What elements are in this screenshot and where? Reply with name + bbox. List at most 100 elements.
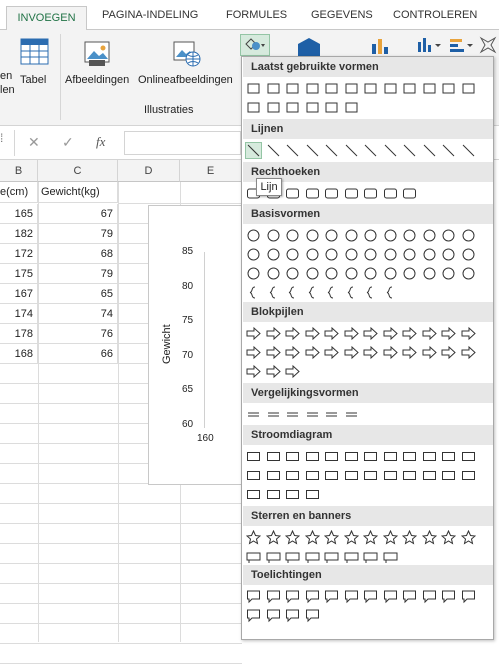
shape-option[interactable] (383, 81, 398, 96)
shape-option[interactable] (324, 345, 339, 360)
shape-option[interactable] (402, 326, 417, 341)
shape-option[interactable] (344, 266, 359, 281)
shape-option[interactable] (441, 143, 456, 158)
shape-option[interactable] (461, 589, 476, 604)
shape-option[interactable] (363, 345, 378, 360)
shape-option[interactable] (305, 100, 320, 115)
shape-option[interactable] (383, 228, 398, 243)
shape-option[interactable] (324, 81, 339, 96)
shape-option[interactable] (246, 228, 261, 243)
shape-option[interactable] (246, 326, 261, 341)
shape-option[interactable] (461, 81, 476, 96)
shape-option[interactable] (324, 143, 339, 158)
shape-option[interactable] (284, 529, 301, 545)
shape-option[interactable] (383, 468, 398, 483)
shape-option[interactable] (383, 285, 398, 300)
shape-option[interactable] (285, 266, 300, 281)
shape-option[interactable] (266, 364, 281, 379)
shape-option[interactable] (363, 247, 378, 262)
shape-option[interactable] (324, 449, 339, 464)
shape-option[interactable] (344, 100, 359, 115)
shape-option[interactable] (266, 608, 281, 623)
shape-option[interactable] (246, 589, 261, 604)
shape-option[interactable] (402, 228, 417, 243)
tab-invoegen[interactable]: INVOEGEN (6, 6, 87, 31)
shape-option[interactable] (304, 529, 320, 545)
cell-c[interactable]: 66 (38, 344, 118, 364)
column-header-c[interactable]: C (38, 160, 118, 182)
shape-option[interactable] (305, 228, 320, 243)
shape-option[interactable] (285, 468, 300, 483)
cell-c[interactable]: 65 (38, 284, 118, 304)
shape-option[interactable] (421, 529, 437, 545)
shape-option[interactable] (441, 468, 456, 483)
shape-option[interactable] (402, 81, 417, 96)
shape-option[interactable] (246, 407, 261, 422)
shape-option[interactable] (422, 228, 437, 243)
scatter-chart-button[interactable] (478, 34, 498, 56)
shape-option[interactable] (402, 186, 417, 201)
shape-option[interactable] (266, 468, 281, 483)
shape-option[interactable] (305, 81, 320, 96)
shape-option[interactable] (285, 143, 300, 158)
formula-input[interactable] (124, 131, 241, 155)
shape-option[interactable] (344, 326, 359, 341)
shape-option[interactable] (402, 449, 417, 464)
shape-option[interactable] (422, 449, 437, 464)
shape-option[interactable] (305, 326, 320, 341)
shape-option[interactable] (344, 285, 359, 300)
shape-option[interactable] (305, 186, 320, 201)
shape-option[interactable] (285, 407, 300, 422)
shape-option[interactable] (266, 345, 281, 360)
shape-option[interactable] (460, 529, 476, 545)
shape-option[interactable] (285, 364, 300, 379)
shape-option[interactable] (246, 345, 261, 360)
cell-b[interactable]: 174 (0, 304, 38, 324)
confirm-icon[interactable]: ✓ (62, 134, 74, 151)
shape-option[interactable] (285, 100, 300, 115)
shape-option[interactable] (363, 326, 378, 341)
shape-option[interactable] (246, 468, 261, 483)
shape-option[interactable] (324, 589, 339, 604)
shape-option[interactable] (402, 266, 417, 281)
shape-option[interactable] (382, 529, 398, 545)
cell-b[interactable]: 182 (0, 224, 38, 244)
shape-option[interactable] (266, 285, 281, 300)
shape-option[interactable] (344, 589, 359, 604)
shape-option[interactable] (285, 285, 300, 300)
cell-c-header[interactable]: Gewicht(kg) (38, 182, 118, 203)
shape-option[interactable] (285, 345, 300, 360)
shape-option[interactable] (266, 247, 281, 262)
shape-option[interactable] (402, 143, 417, 158)
shape-option[interactable] (266, 100, 281, 115)
shape-option[interactable] (246, 364, 261, 379)
shape-option[interactable] (383, 345, 398, 360)
shape-option[interactable] (266, 589, 281, 604)
shape-option[interactable] (441, 228, 456, 243)
shape-option[interactable] (266, 449, 281, 464)
shape-option[interactable] (344, 468, 359, 483)
shape-option[interactable] (441, 345, 456, 360)
cell-b[interactable]: 168 (0, 344, 38, 364)
shape-option[interactable] (285, 81, 300, 96)
shape-option[interactable] (246, 608, 261, 623)
tab-controleren[interactable]: CONTROLEREN (393, 9, 477, 21)
shape-option[interactable] (441, 449, 456, 464)
shape-option[interactable] (363, 285, 378, 300)
cell-c[interactable]: 79 (38, 224, 118, 244)
shape-option[interactable] (265, 529, 281, 545)
shape-option[interactable] (402, 589, 417, 604)
shape-option[interactable] (285, 186, 300, 201)
shape-option[interactable] (344, 345, 359, 360)
shape-option[interactable] (266, 81, 281, 96)
shape-option[interactable] (363, 468, 378, 483)
shape-option[interactable] (363, 449, 378, 464)
shape-option[interactable] (324, 407, 339, 422)
shape-option[interactable] (246, 549, 261, 564)
shape-option[interactable] (305, 266, 320, 281)
shape-option[interactable] (402, 468, 417, 483)
column-header-e[interactable]: E (180, 160, 242, 182)
cell-c[interactable]: 68 (38, 244, 118, 264)
cell-b[interactable]: 167 (0, 284, 38, 304)
shape-option[interactable] (383, 549, 398, 564)
